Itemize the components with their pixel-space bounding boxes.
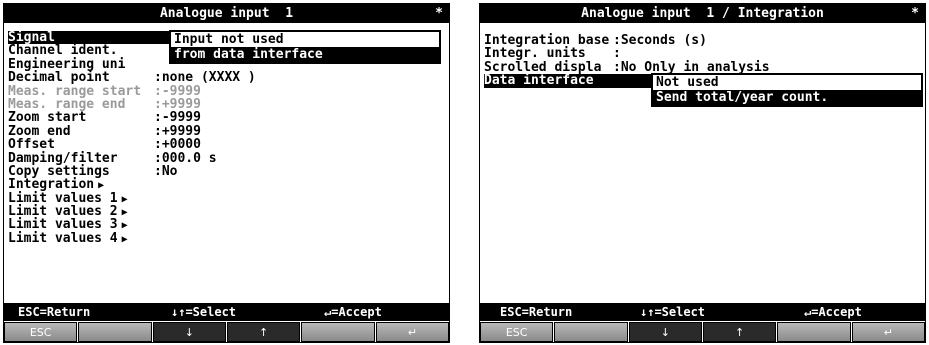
analogue-input-screen: Analogue input 1 * Signal Channel ident.… [3,3,450,343]
hint-accept: ↵=Accept [804,305,862,319]
submenu-arrow-icon: ▶ [121,207,128,219]
screen-title: Analogue input 1 [159,6,294,21]
hint-select: ↓↑=Select [171,305,237,319]
screen-title-bar: Analogue input 1 / Integration * [480,4,925,23]
option-input-not-used[interactable]: Input not used [171,32,439,47]
screen-title-bar: Analogue input 1 * [4,4,449,23]
hint-esc-return: ESC=Return [500,305,573,319]
softkey-bar: ESC ↓ ↑ ↵ [480,322,925,342]
meas-range-end-value: :+9999 [154,96,201,112]
submenu-arrow-icon: ▶ [98,180,105,192]
esc-softkey[interactable]: ESC [480,322,554,342]
blank-softkey[interactable] [78,322,152,342]
submenu-arrow-icon: ▶ [121,220,128,232]
zoom-end-value: :+9999 [154,123,201,139]
option-from-data-interface[interactable]: from data interface [171,47,439,62]
up-arrow-softkey[interactable]: ↑ [226,322,301,342]
zoom-start-value: :-9999 [154,110,201,126]
blank-softkey[interactable] [554,322,628,342]
down-arrow-softkey[interactable]: ↓ [152,322,226,342]
option-send-total-year-count[interactable]: Send total/year count. [653,90,921,105]
key-hint-bar: ESC=Return ↓↑=Select ↵=Accept [480,303,925,321]
star-indicator: * [435,6,443,21]
data-interface-options-popup: Not used Send total/year count. [651,73,923,107]
softkey-bar: ESC ↓ ↑ ↵ [4,322,449,342]
integration-screen: Analogue input 1 / Integration * Integra… [479,3,926,343]
esc-softkey[interactable]: ESC [4,322,78,342]
enter-softkey[interactable]: ↵ [375,322,449,342]
integr-units-value: : [613,46,621,62]
key-hint-bar: ESC=Return ↓↑=Select ↵=Accept [4,303,449,321]
star-indicator: * [911,6,919,21]
meas-range-start-value: :-9999 [154,83,201,99]
option-not-used[interactable]: Not used [653,75,921,90]
hint-accept: ↵=Accept [324,305,382,319]
submenu-arrow-icon: ▶ [121,193,128,205]
up-arrow-softkey[interactable]: ↑ [702,322,777,342]
decimal-point-value: :none (XXXX ) [154,70,256,86]
damping-filter-value: :000.0 s [154,150,217,166]
hint-select: ↓↑=Select [640,305,706,319]
down-arrow-softkey[interactable]: ↓ [628,322,702,342]
copy-settings-value: :No [154,163,178,179]
screen-title: Analogue input 1 / Integration [581,6,824,21]
submenu-arrow-icon: ▶ [121,233,128,245]
hint-esc-return: ESC=Return [18,305,91,319]
offset-value: :+0000 [154,137,201,153]
blank-softkey[interactable] [301,322,375,342]
signal-options-popup: Input not used from data interface [169,30,441,64]
blank-softkey[interactable] [777,322,851,342]
enter-softkey[interactable]: ↵ [851,322,925,342]
integration-base-value: :Seconds (s) [613,33,707,48]
